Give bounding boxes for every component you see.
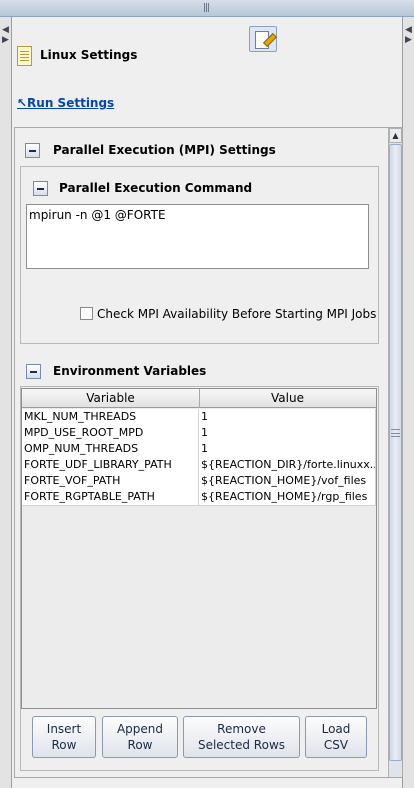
value-cell[interactable]: 1	[199, 441, 376, 457]
command-group-title: Parallel Execution Command	[59, 181, 253, 195]
collapse-left-arrow-icon[interactable]: ◀	[2, 25, 9, 35]
expand-right-arrow-icon[interactable]: ▶	[2, 35, 9, 45]
collapse-minus-icon[interactable]	[26, 364, 41, 379]
table-row[interactable]: FORTE_UDF_LIBRARY_PATH ${REACTION_DIR}/f…	[22, 457, 376, 474]
table-row[interactable]: FORTE_VOF_PATH ${REACTION_HOME}/vof_file…	[22, 473, 376, 490]
variable-cell[interactable]: FORTE_RGPTABLE_PATH	[22, 489, 199, 505]
edit-document-icon[interactable]	[249, 26, 278, 52]
scrollbar-thumb[interactable]	[389, 144, 402, 761]
table-row[interactable]: FORTE_RGPTABLE_PATH ${REACTION_HOME}/rgp…	[22, 489, 376, 506]
mpi-section-title: Parallel Execution (MPI) Settings	[53, 143, 276, 157]
value-cell[interactable]: ${REACTION_DIR}/forte.linuxx...	[199, 457, 376, 473]
run-settings-link[interactable]: ↖Run Settings	[17, 96, 114, 110]
value-cell[interactable]: 1	[199, 425, 376, 441]
mpi-availability-checkbox[interactable]	[80, 307, 93, 320]
variable-cell[interactable]: MKL_NUM_THREADS	[22, 409, 199, 425]
value-cell[interactable]: ${REACTION_HOME}/rgp_files	[199, 489, 376, 505]
panel-title: Linux Settings	[40, 48, 138, 62]
insert-row-button[interactable]: Insert Row	[32, 716, 96, 758]
grip-icon[interactable]: |||	[203, 3, 211, 13]
load-csv-button[interactable]: Load CSV	[305, 716, 367, 758]
value-cell[interactable]: ${REACTION_HOME}/vof_files	[199, 473, 376, 489]
mpi-availability-label: Check MPI Availability Before Starting M…	[97, 307, 377, 321]
table-row[interactable]: OMP_NUM_THREADS 1	[22, 441, 376, 458]
env-section-title: Environment Variables	[53, 364, 207, 378]
collapse-minus-icon[interactable]	[33, 181, 48, 196]
scroll-up-arrow-icon[interactable]: ▲	[389, 128, 402, 143]
table-row[interactable]: MPD_USE_ROOT_MPD 1	[22, 425, 376, 442]
expand-right-arrow-icon[interactable]: ▶	[405, 35, 412, 45]
table-header: Variable Value	[22, 389, 376, 408]
variable-cell[interactable]: FORTE_UDF_LIBRARY_PATH	[22, 457, 199, 473]
right-collapse-gutter[interactable]: ◀ ▶	[402, 17, 414, 788]
collapse-left-arrow-icon[interactable]: ◀	[405, 25, 412, 35]
scroll-grip-icon	[391, 429, 400, 437]
variable-cell[interactable]: OMP_NUM_THREADS	[22, 441, 199, 457]
remove-selected-rows-button[interactable]: Remove Selected Rows	[183, 716, 300, 758]
left-collapse-gutter[interactable]: ◀ ▶	[0, 17, 12, 788]
top-splitter[interactable]: |||	[0, 0, 414, 17]
variable-cell[interactable]: FORTE_VOF_PATH	[22, 473, 199, 489]
table-row[interactable]: MKL_NUM_THREADS 1	[22, 409, 376, 426]
document-icon	[17, 46, 32, 66]
value-cell[interactable]: 1	[199, 409, 376, 425]
column-header-variable[interactable]: Variable	[22, 389, 200, 408]
env-variables-table: Variable Value MKL_NUM_THREADS 1 MPD_USE…	[21, 388, 377, 709]
collapse-minus-icon[interactable]	[25, 143, 40, 158]
variable-cell[interactable]: MPD_USE_ROOT_MPD	[22, 425, 199, 441]
append-row-button[interactable]: Append Row	[102, 716, 178, 758]
mpi-command-textarea[interactable]: mpirun -n @1 @FORTE	[26, 204, 369, 269]
column-header-value[interactable]: Value	[199, 389, 376, 408]
